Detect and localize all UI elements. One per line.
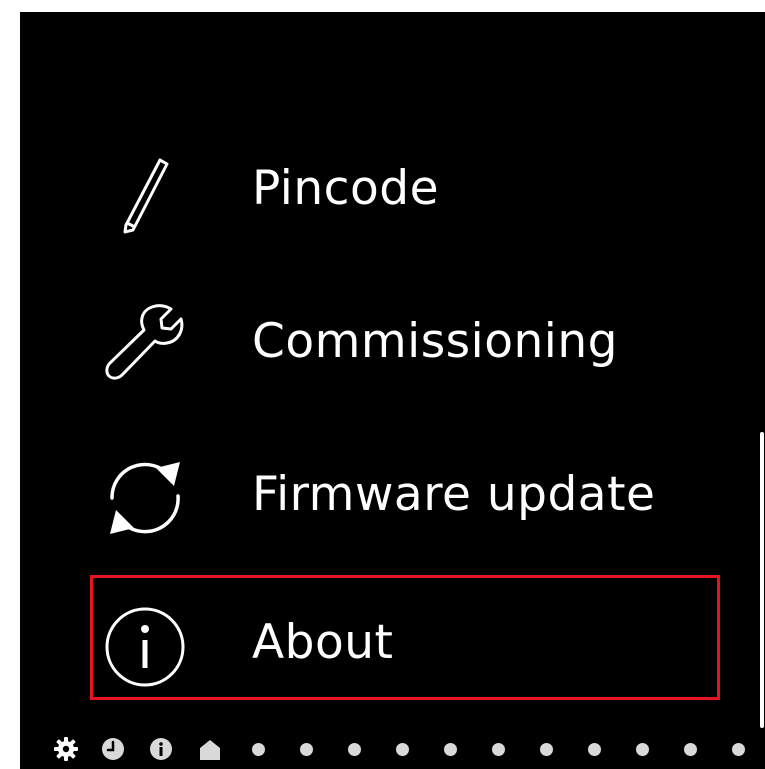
gear-icon[interactable] bbox=[53, 736, 79, 762]
page-dot[interactable] bbox=[396, 743, 409, 756]
page-dot[interactable] bbox=[732, 743, 745, 756]
menu-item-pincode[interactable]: Pincode bbox=[20, 129, 720, 247]
page-dot[interactable] bbox=[444, 743, 457, 756]
menu-item-label: Commissioning bbox=[252, 313, 618, 369]
menu-item-about[interactable]: About bbox=[20, 583, 720, 701]
page-dot[interactable] bbox=[684, 743, 697, 756]
home-icon[interactable] bbox=[197, 736, 223, 762]
info-icon[interactable] bbox=[148, 736, 174, 762]
page-dot[interactable] bbox=[636, 743, 649, 756]
page-dot[interactable] bbox=[300, 743, 313, 756]
settings-screen: Pincode Commissioning Firmware update Ab… bbox=[20, 12, 765, 769]
page-dot[interactable] bbox=[492, 743, 505, 756]
menu-item-firmware-update[interactable]: Firmware update bbox=[20, 435, 720, 553]
clock-icon[interactable] bbox=[100, 736, 126, 762]
menu-item-label: Firmware update bbox=[252, 466, 656, 522]
page-dot[interactable] bbox=[348, 743, 361, 756]
info-icon bbox=[100, 600, 190, 690]
page-dot[interactable] bbox=[588, 743, 601, 756]
pencil-icon bbox=[100, 146, 190, 236]
page-dot[interactable] bbox=[252, 743, 265, 756]
menu-item-commissioning[interactable]: Commissioning bbox=[20, 282, 720, 400]
page-indicator bbox=[20, 734, 765, 764]
page-dot[interactable] bbox=[540, 743, 553, 756]
wrench-icon bbox=[100, 299, 190, 389]
menu-item-label: About bbox=[252, 614, 394, 670]
scrollbar[interactable] bbox=[760, 432, 764, 728]
refresh-icon bbox=[100, 452, 190, 542]
menu-item-label: Pincode bbox=[252, 160, 440, 216]
